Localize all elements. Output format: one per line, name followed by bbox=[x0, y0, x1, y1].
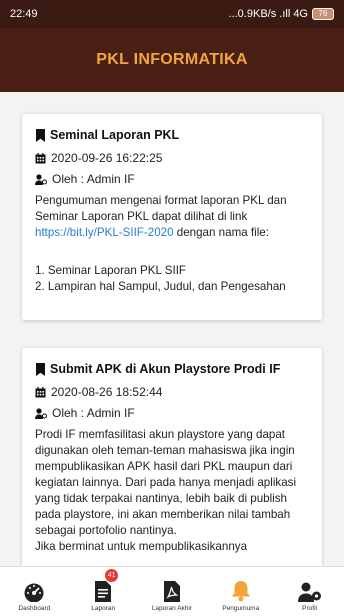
bookmark-icon bbox=[36, 362, 45, 376]
file-item: 2. Lampiran hal Sampul, Judul, dan Penge… bbox=[35, 280, 286, 293]
announcement-body: Prodi IF memfasilitasi akun playstore ya… bbox=[35, 428, 297, 537]
file-item: 1. Seminar Laporan PKL SIIF bbox=[35, 264, 187, 277]
nav-dashboard[interactable]: Dashboard bbox=[0, 567, 69, 616]
announcement-title: Seminal Laporan PKL bbox=[50, 128, 180, 142]
network-speed: ...0.9KB/s .ıll 4G bbox=[228, 8, 308, 20]
nav-label: Dashboard bbox=[18, 605, 51, 612]
status-indicators: ...0.9KB/s .ıll 4G 76 bbox=[229, 8, 334, 20]
announcement-card[interactable]: Submit APK di Akun Playstore Prodi IF 20… bbox=[22, 348, 322, 566]
bell-icon bbox=[231, 581, 250, 602]
battery-icon: 76 bbox=[312, 8, 334, 20]
announcement-link[interactable]: https://bit.ly/PKL-SIIF-2020 bbox=[35, 226, 174, 239]
announcement-body: Pengumuman mengenai format laporan PKL d… bbox=[35, 193, 310, 241]
announcement-datetime: 2020-08-26 18:52:44 bbox=[51, 385, 163, 399]
announcement-author: Oleh : Admin IF bbox=[52, 172, 135, 186]
bookmark-icon bbox=[36, 128, 45, 142]
announcement-card[interactable]: Seminal Laporan PKL 2020-09-26 16:22:25 … bbox=[22, 114, 322, 320]
status-bar: 22:49 ...0.9KB/s .ıll 4G 76 bbox=[0, 0, 344, 28]
announcement-title: Submit APK di Akun Playstore Prodi IF bbox=[50, 362, 281, 376]
notification-badge: 41 bbox=[105, 569, 119, 582]
app-title: PKL INFORMATIKA bbox=[96, 51, 248, 68]
announcement-body-cont: Jika berminat untuk mempublikasikannya bbox=[35, 540, 248, 553]
announcement-text-cont: dengan nama file: bbox=[173, 226, 269, 239]
calendar-icon bbox=[35, 386, 46, 397]
nav-laporan-akhir[interactable]: Laporan Akhir bbox=[138, 567, 207, 616]
user-settings-icon bbox=[297, 582, 321, 602]
pdf-document-icon bbox=[163, 581, 180, 602]
nav-label: Laporan bbox=[91, 605, 116, 612]
bottom-navigation: Dashboard 41 Laporan Laporan Akhir Pengu… bbox=[0, 566, 344, 616]
document-icon bbox=[95, 581, 112, 602]
nav-label: Laporan Akhir bbox=[151, 605, 193, 612]
announcement-datetime: 2020-09-26 16:22:25 bbox=[51, 151, 163, 165]
nav-profil[interactable]: Profil bbox=[275, 567, 344, 616]
nav-laporan[interactable]: 41 Laporan bbox=[69, 567, 138, 616]
author-icon bbox=[35, 407, 47, 419]
app-bar: PKL INFORMATIKA bbox=[0, 28, 344, 92]
speedometer-icon bbox=[24, 583, 44, 602]
nav-pengumuman[interactable]: Pengumuma bbox=[206, 567, 275, 616]
nav-label: Pengumuma bbox=[222, 605, 260, 612]
author-icon bbox=[35, 173, 47, 185]
calendar-icon bbox=[35, 152, 46, 163]
file-list: 1. Seminar Laporan PKL SIIF 2. Lampiran … bbox=[35, 263, 310, 295]
announcement-list[interactable]: Seminal Laporan PKL 2020-09-26 16:22:25 … bbox=[0, 92, 344, 566]
announcement-text: Pengumuman mengenai format laporan PKL d… bbox=[35, 194, 287, 223]
announcement-author: Oleh : Admin IF bbox=[52, 406, 135, 420]
status-time: 22:49 bbox=[10, 8, 38, 20]
nav-label: Profil bbox=[302, 605, 317, 612]
